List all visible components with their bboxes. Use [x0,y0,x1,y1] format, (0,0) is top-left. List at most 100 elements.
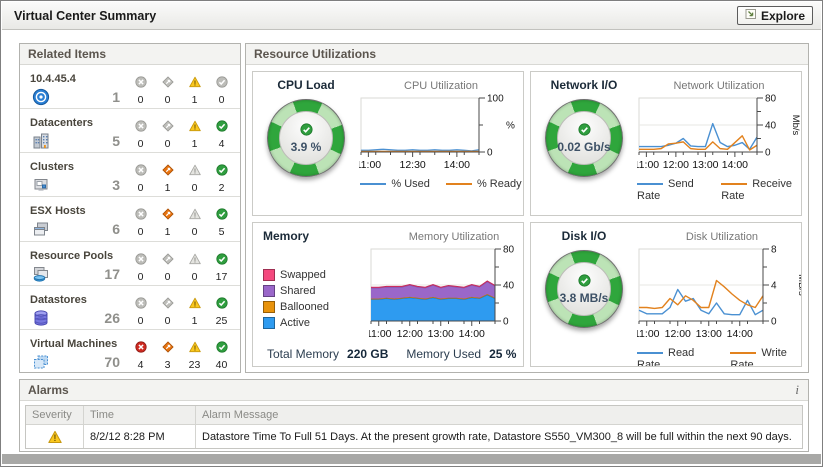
network-utilization-chart-title: Network Utilization [673,80,764,92]
svg-text:80: 80 [503,245,515,256]
related-item-count: 17 [56,266,120,282]
cpu-utilization-chart-title: CPU Utilization [404,80,478,92]
svg-text:11:00: 11:00 [369,328,392,340]
status-normal[interactable]: 5 [208,208,235,238]
svg-text:%: % [506,121,515,132]
resource-utilizations-header: Resource Utilizations [246,44,808,65]
related-item-row-virtual-machines[interactable]: Virtual Machines7043!2340 [20,330,240,373]
related-item-label: ESX Hosts [30,205,86,217]
memory-title: Memory [263,229,369,243]
legend-color-swatch [263,269,275,281]
status-fatal[interactable]: 0 [127,253,154,283]
related-item-row-resource-pools[interactable]: Resource Pools1700!017 [20,242,240,286]
related-item-row-datacenters[interactable]: Datacenters500!14 [20,109,240,153]
status-critical[interactable]: 0 [154,76,181,106]
esx-host-icon [32,220,50,238]
related-item-label: Clusters [30,161,74,173]
status-warning[interactable]: !1 [181,297,208,327]
status-count: 0 [127,271,154,283]
alarm-row[interactable]: !8/2/12 8:28 PMDatastore Time To Full 51… [26,425,802,448]
status-normal[interactable]: 0 [208,76,235,106]
status-fatal[interactable]: 0 [127,297,154,327]
status-critical[interactable]: 0 [154,297,181,327]
alarms-panel: Alarms i Severity Time Alarm Message !8/… [19,379,809,452]
status-count: 0 [127,315,154,327]
status-critical[interactable]: 1 [154,164,181,194]
resource-utilizations-panel: Resource Utilizations CPU Load 3.9 % CPU… [245,43,809,373]
legend-label: Swapped [280,269,326,281]
status-warning[interactable]: !0 [181,253,208,283]
status-fatal[interactable]: 0 [127,164,154,194]
explore-button[interactable]: Explore [737,6,813,25]
status-count: 23 [181,359,208,371]
related-item-row-clusters[interactable]: Clusters301!02 [20,153,240,197]
svg-text:40: 40 [765,121,777,132]
explore-icon [745,8,757,23]
title-bar: Virtual Center Summary Explore [2,2,821,30]
status-fatal[interactable]: 0 [127,76,154,106]
related-item-count: 70 [56,354,120,370]
svg-text:12:00: 12:00 [397,328,423,340]
quadrant-grid: CPU Load 3.9 % CPU Utilization 0100%11:0… [246,65,808,373]
status-warning[interactable]: !1 [181,120,208,150]
cpu-load-quadrant: CPU Load 3.9 % CPU Utilization 0100%11:0… [252,71,524,216]
related-item-row-datastores[interactable]: Datastores2600!125 [20,286,240,330]
svg-text:11:00: 11:00 [359,159,381,171]
status-normal[interactable]: 4 [208,120,235,150]
memory-utilization-chart-title: Memory Utilization [409,231,499,243]
status-summary: 00!125 [127,297,235,327]
status-normal[interactable]: 17 [208,253,235,283]
svg-text:40: 40 [503,281,515,292]
svg-text:!: ! [53,433,56,443]
related-item-row-esx-hosts[interactable]: ESX Hosts601!05 [20,197,240,241]
info-icon[interactable]: i [795,380,799,400]
network-status-normal-icon [578,123,591,139]
status-normal[interactable]: 2 [208,164,235,194]
status-critical[interactable]: 3 [154,341,181,371]
status-count: 4 [208,138,235,150]
alarms-title: Alarms [28,383,69,397]
status-count: 0 [181,182,208,194]
svg-text:13:00: 13:00 [692,159,718,171]
alarms-rows: !8/2/12 8:28 PMDatastore Time To Full 51… [26,425,802,448]
legend-line-swatch [360,183,386,185]
network-chart-legend: Send RateReceive Rate [637,178,801,202]
cpu-load-gauge[interactable]: 3.9 % [267,99,345,177]
warning-status-icon: ! [189,300,201,312]
status-critical[interactable]: 0 [154,253,181,283]
status-fatal[interactable]: 0 [127,208,154,238]
status-count: 2 [208,182,235,194]
status-summary: 00!10 [127,76,235,106]
network-utilization-chart: 04080Mb/s11:0012:0013:0014:00 [637,93,801,178]
svg-text:4: 4 [771,281,777,292]
status-warning[interactable]: !0 [181,208,208,238]
disk-chart-legend: Read RateWrite Rate [637,347,802,367]
status-warning[interactable]: !23 [181,341,208,371]
status-warning[interactable]: !0 [181,164,208,194]
resource-pool-icon [32,265,50,283]
related-item-row-10-4-45-4[interactable]: 10.4.45.4100!10 [20,65,240,109]
normal-status-icon [216,79,228,91]
memory-quadrant: Memory SwappedSharedBalloonedActive Memo… [252,222,524,367]
status-fatal[interactable]: 4 [127,341,154,371]
status-warning[interactable]: !1 [181,76,208,106]
fatal-status-icon [135,123,147,135]
fatal-status-icon [135,211,147,223]
disk-io-quadrant: Disk I/O 3.8 MB/s Disk Utilization 048MB… [530,222,802,367]
svg-text:MB/s: MB/s [796,274,802,296]
status-normal[interactable]: 25 [208,297,235,327]
status-fatal[interactable]: 0 [127,120,154,150]
disk-io-gauge[interactable]: 3.8 MB/s [545,250,623,328]
critical-status-icon [162,256,174,268]
alarms-table-header-row: Severity Time Alarm Message [26,406,802,425]
legend-label: Ballooned [280,301,329,313]
status-count: 1 [154,226,181,238]
status-normal[interactable]: 40 [208,341,235,371]
related-item-label: Datastores [30,294,87,306]
status-critical[interactable]: 0 [154,120,181,150]
legend-item-swapped: Swapped [263,269,369,281]
memory-legend-column: Memory SwappedSharedBalloonedActive [253,223,369,366]
status-critical[interactable]: 1 [154,208,181,238]
network-io-gauge[interactable]: 0.02 Gb/s [545,99,623,177]
svg-text:!: ! [193,211,196,220]
